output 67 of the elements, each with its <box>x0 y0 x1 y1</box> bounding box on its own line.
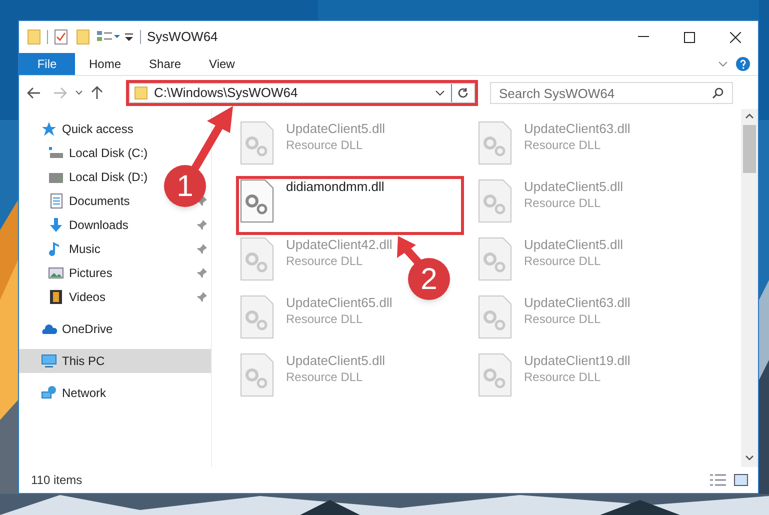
file-tab[interactable]: File <box>19 53 75 75</box>
file-type: Resource DLL <box>286 369 364 385</box>
file-name[interactable]: didiamondmm.dll <box>286 179 384 195</box>
large-icons-view-icon[interactable] <box>734 474 748 486</box>
pin-icon[interactable] <box>197 268 207 278</box>
videos-icon <box>48 289 64 305</box>
nav-item[interactable]: Music <box>69 240 100 258</box>
nav-item[interactable]: This PC <box>19 349 211 373</box>
ribbon-tab[interactable]: Share <box>135 53 196 75</box>
nav-item[interactable]: Videos <box>69 288 106 306</box>
file-type: Resource DLL <box>524 253 602 269</box>
file-type: Resource DLL <box>524 137 602 153</box>
pin-icon[interactable] <box>197 244 207 254</box>
file-type: Resource DLL <box>524 195 602 211</box>
forward-arrow-icon[interactable] <box>53 86 67 98</box>
minimize-icon <box>638 36 648 38</box>
window-title: SysWOW64 <box>147 28 218 46</box>
nav-item[interactable]: Documents <box>69 192 130 210</box>
arrow <box>397 236 422 266</box>
refresh-icon[interactable] <box>457 86 469 98</box>
downloads-icon <box>48 217 64 233</box>
dropdown-icon[interactable] <box>124 32 134 42</box>
ribbon-tab[interactable]: View <box>195 53 249 75</box>
search-icon <box>712 86 724 98</box>
scroll-up-icon[interactable] <box>745 113 754 119</box>
nav-item[interactable]: Quick access <box>19 117 211 141</box>
chevron-icon[interactable] <box>435 90 445 96</box>
nav-item[interactable]: Downloads <box>69 216 128 234</box>
pc-icon <box>41 353 57 369</box>
details-view-icon[interactable] <box>710 474 726 486</box>
ribbon-tab[interactable]: Home <box>75 53 136 75</box>
close-icon <box>730 32 740 42</box>
file-type: Resource DLL <box>286 253 364 269</box>
file-type: Resource DLL <box>524 311 602 327</box>
scrollbar-thumb[interactable] <box>743 125 756 173</box>
documents-icon <box>48 193 64 209</box>
star-icon <box>41 121 57 137</box>
file-type: Resource DLL <box>286 311 364 327</box>
drive-icon <box>48 145 64 161</box>
pictures-icon <box>48 265 64 281</box>
folder-icon <box>134 86 148 100</box>
new-folder-icon[interactable] <box>76 29 90 45</box>
chevron-icon[interactable] <box>75 90 83 96</box>
up-arrow-icon[interactable] <box>91 86 103 100</box>
item-count: 110 items <box>31 472 82 489</box>
scroll-down-icon[interactable] <box>745 455 754 461</box>
file-type: Resource DLL <box>524 369 602 385</box>
pin-icon[interactable] <box>197 292 207 302</box>
nav-item[interactable]: Local Disk (C:) <box>69 144 148 162</box>
properties-icon[interactable] <box>54 29 68 45</box>
nav-item[interactable]: Network <box>19 381 211 405</box>
scrollbar[interactable] <box>741 109 758 467</box>
pin-icon[interactable] <box>197 220 207 230</box>
network-icon <box>41 385 57 401</box>
file-type: Resource DLL <box>286 137 364 153</box>
view-options-icon[interactable] <box>96 30 120 44</box>
maximize-icon <box>684 32 694 42</box>
nav-item[interactable]: Pictures <box>69 264 112 282</box>
nav-item[interactable]: Local Disk (D:) <box>69 168 148 186</box>
nav-item[interactable]: OneDrive <box>19 317 211 341</box>
file-icon[interactable] <box>240 179 274 223</box>
back-arrow-icon[interactable] <box>27 86 41 98</box>
folder-icon <box>27 29 41 45</box>
search-field[interactable]: Search SysWOW64 <box>490 82 733 104</box>
address-bar[interactable]: C:\Windows\SysWOW64 <box>129 82 475 102</box>
address-path: C:\Windows\SysWOW64 <box>154 84 298 102</box>
help-icon[interactable] <box>736 57 750 71</box>
